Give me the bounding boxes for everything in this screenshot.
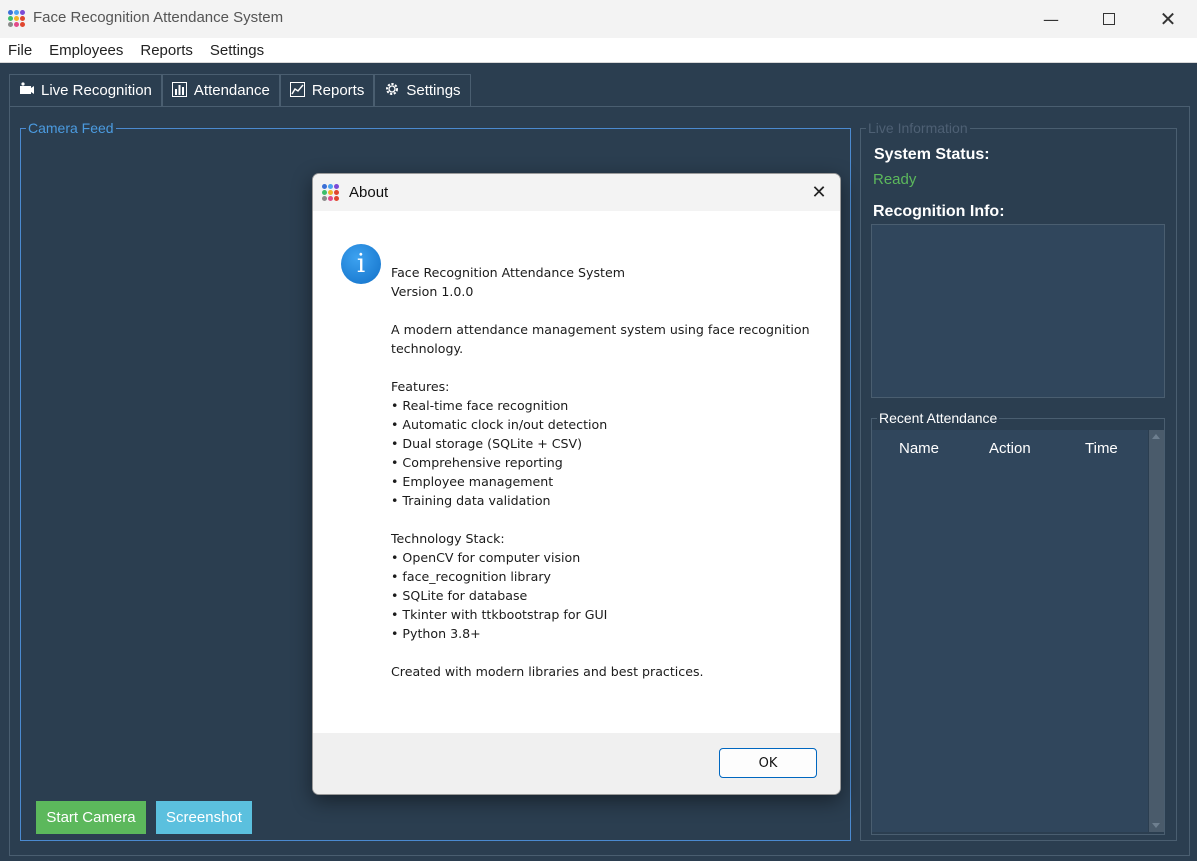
info-icon: i — [341, 244, 381, 284]
menu-bar: File Employees Reports Settings — [0, 38, 1197, 63]
ok-button[interactable]: OK — [719, 748, 817, 778]
dialog-footer: OK — [313, 733, 840, 794]
app-icon — [8, 10, 26, 28]
app-icon — [322, 184, 340, 202]
about-dialog: About ✕ i Face Recognition Attendance Sy… — [312, 173, 841, 795]
recent-attendance-label: Recent Attendance — [877, 410, 1000, 426]
dialog-title-bar: About ✕ — [313, 174, 840, 211]
tab-settings[interactable]: Settings — [374, 74, 471, 106]
system-status-label: System Status: — [874, 146, 990, 163]
recognition-info-box — [871, 224, 1165, 398]
column-header-time[interactable]: Time — [1085, 440, 1118, 457]
tab-live-recognition[interactable]: Live Recognition — [9, 74, 162, 106]
menu-employees[interactable]: Employees — [41, 42, 132, 59]
scroll-down-icon[interactable] — [1152, 823, 1160, 828]
tab-label: Reports — [311, 82, 365, 99]
recognition-info-label: Recognition Info: — [873, 203, 1005, 220]
title-bar: Face Recognition Attendance System — ✕ — [0, 0, 1197, 38]
screenshot-button[interactable]: Screenshot — [156, 801, 252, 834]
maximize-icon[interactable] — [1080, 0, 1138, 38]
close-icon[interactable]: ✕ — [1139, 0, 1197, 38]
recent-attendance-scrollbar[interactable] — [1149, 430, 1164, 832]
recent-attendance-table[interactable] — [872, 430, 1148, 832]
line-chart-icon — [290, 81, 306, 100]
dialog-title: About — [349, 184, 389, 201]
tab-bar: Live Recognition Attendance Reports Sett… — [9, 74, 471, 106]
camera-icon — [19, 82, 35, 99]
dialog-message: Face Recognition Attendance System Versi… — [391, 265, 810, 679]
tab-label: Live Recognition — [41, 82, 152, 99]
tab-label: Attendance — [193, 82, 270, 99]
live-information-label: Live Information — [866, 120, 970, 136]
tab-reports[interactable]: Reports — [279, 74, 375, 106]
minimize-icon[interactable]: — — [1022, 0, 1080, 38]
camera-feed-label: Camera Feed — [26, 120, 116, 136]
menu-settings[interactable]: Settings — [202, 42, 273, 59]
bar-chart-icon — [172, 81, 188, 100]
tab-attendance[interactable]: Attendance — [161, 74, 280, 106]
menu-reports[interactable]: Reports — [132, 42, 202, 59]
column-header-name[interactable]: Name — [899, 440, 939, 457]
window-title: Face Recognition Attendance System — [33, 9, 284, 26]
gear-icon — [384, 81, 400, 100]
scroll-up-icon[interactable] — [1152, 434, 1160, 439]
close-icon[interactable]: ✕ — [807, 180, 831, 204]
system-status-value: Ready — [873, 171, 917, 188]
start-camera-button[interactable]: Start Camera — [36, 801, 146, 834]
tab-label: Settings — [406, 82, 461, 99]
menu-file[interactable]: File — [0, 42, 41, 59]
column-header-action[interactable]: Action — [989, 440, 1031, 457]
